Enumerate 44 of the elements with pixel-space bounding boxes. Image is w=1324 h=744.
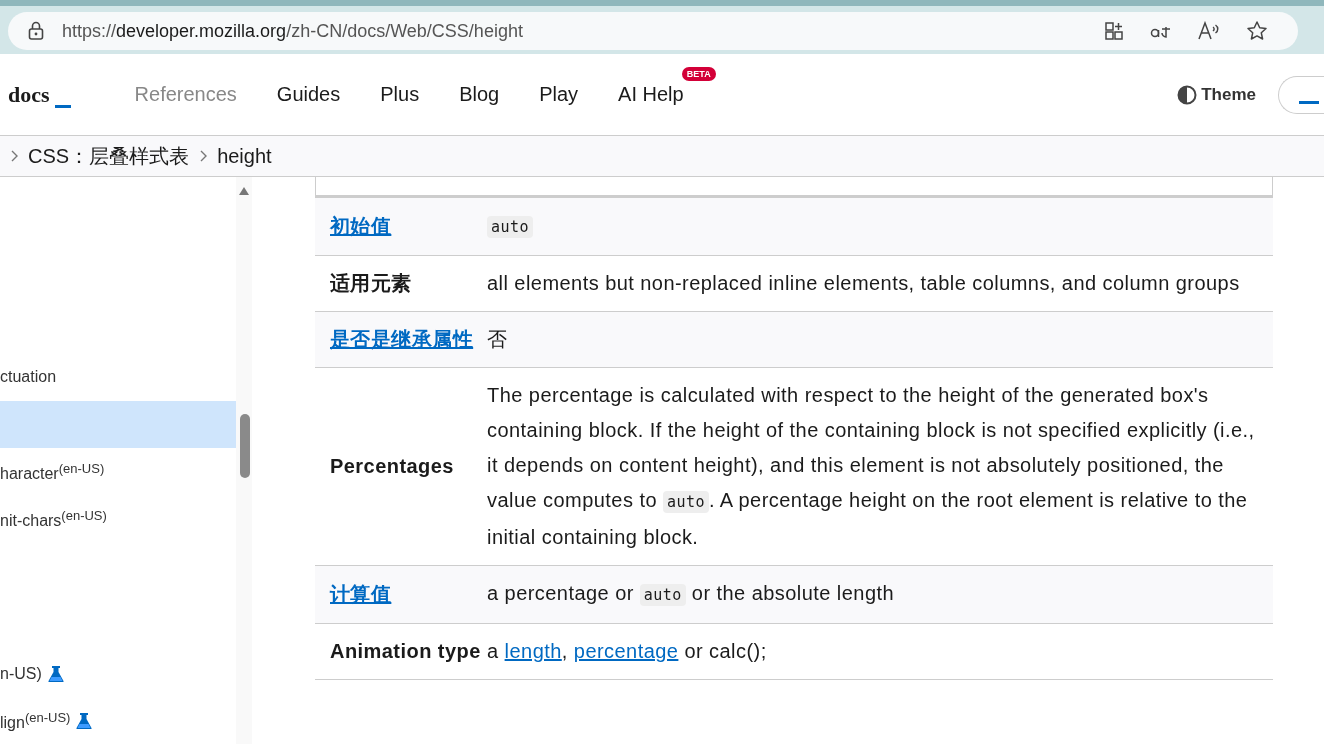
sidebar-item[interactable]: lign$^{(en-US)}$ (0, 697, 236, 744)
property-value: 否 (487, 327, 509, 352)
property-value: a percentage or auto or the absolute length (487, 581, 896, 608)
nav-link[interactable]: Guides (256, 83, 361, 106)
property-link[interactable]: 初始值 (330, 215, 392, 237)
property-value: all elements but non-replaced inline elements, table columns, and column groups (487, 271, 1241, 296)
breadcrumb-link[interactable]: CSS：层叠样式表 (28, 142, 190, 170)
property-value: auto (487, 198, 1273, 255)
property-name: Percentages (330, 455, 454, 477)
login-button[interactable] (1278, 75, 1324, 114)
logo-text[interactable]: docs (8, 81, 85, 108)
property-name: Animation type (330, 640, 481, 662)
nav-link[interactable]: Blog (439, 83, 520, 106)
url-text[interactable]: https://developer.mozilla.org/zh-CN/docs/Web/CSS/height (62, 20, 1104, 42)
star-icon[interactable] (1246, 20, 1268, 42)
theme-button[interactable]: Theme (1171, 83, 1262, 106)
scroll-up-icon[interactable] (239, 187, 249, 195)
beta-badge: BETA (681, 67, 716, 81)
flask-icon (76, 712, 93, 731)
lock-icon (28, 21, 44, 41)
app-grid-icon[interactable] (1104, 21, 1124, 41)
sidebar-item[interactable]: ctuation (0, 353, 236, 401)
property-link[interactable]: 是否是继承属性 (330, 328, 474, 350)
flask-icon (47, 664, 64, 683)
value-link[interactable]: percentage (573, 640, 679, 662)
nav-link[interactable]: References (114, 83, 257, 106)
sidebar-item[interactable]: nit-chars$^{(en-US)}$ (0, 495, 236, 544)
scrollbar[interactable] (236, 177, 252, 744)
nav-link[interactable]: Plus (360, 83, 440, 106)
nav-link[interactable]: Play (519, 83, 599, 106)
scroll-thumb[interactable] (240, 414, 250, 478)
sidebar-item[interactable]: n-US) (0, 650, 236, 698)
property-link[interactable]: 计算值 (330, 583, 392, 605)
chevron-right-icon (10, 150, 18, 162)
chevron-right-icon (199, 150, 208, 162)
value-link[interactable]: length (504, 640, 562, 662)
sidebar-item[interactable]: haracter$^{(en-US)}$ (0, 448, 236, 496)
breadcrumb-link[interactable]: height (217, 144, 272, 168)
property-value: a length, percentage or calc(); (487, 639, 768, 664)
address-bar[interactable]: https://developer.mozilla.org/zh-CN/docs/Web/CSS/height (8, 12, 1298, 50)
property-name: 适用元素 (330, 272, 412, 294)
contrast-icon (1177, 84, 1198, 105)
property-value: The percentage is calculated with respect to the height of the generated box's containing block. If the height of the containing block is not specified explicitly (i.e., it depends on content height), and this element is not absolutely positioned, the value computes to auto . A percentage height on the root element is relative to the initial containing block. (487, 383, 1256, 550)
read-aloud-icon[interactable] (1198, 21, 1220, 41)
